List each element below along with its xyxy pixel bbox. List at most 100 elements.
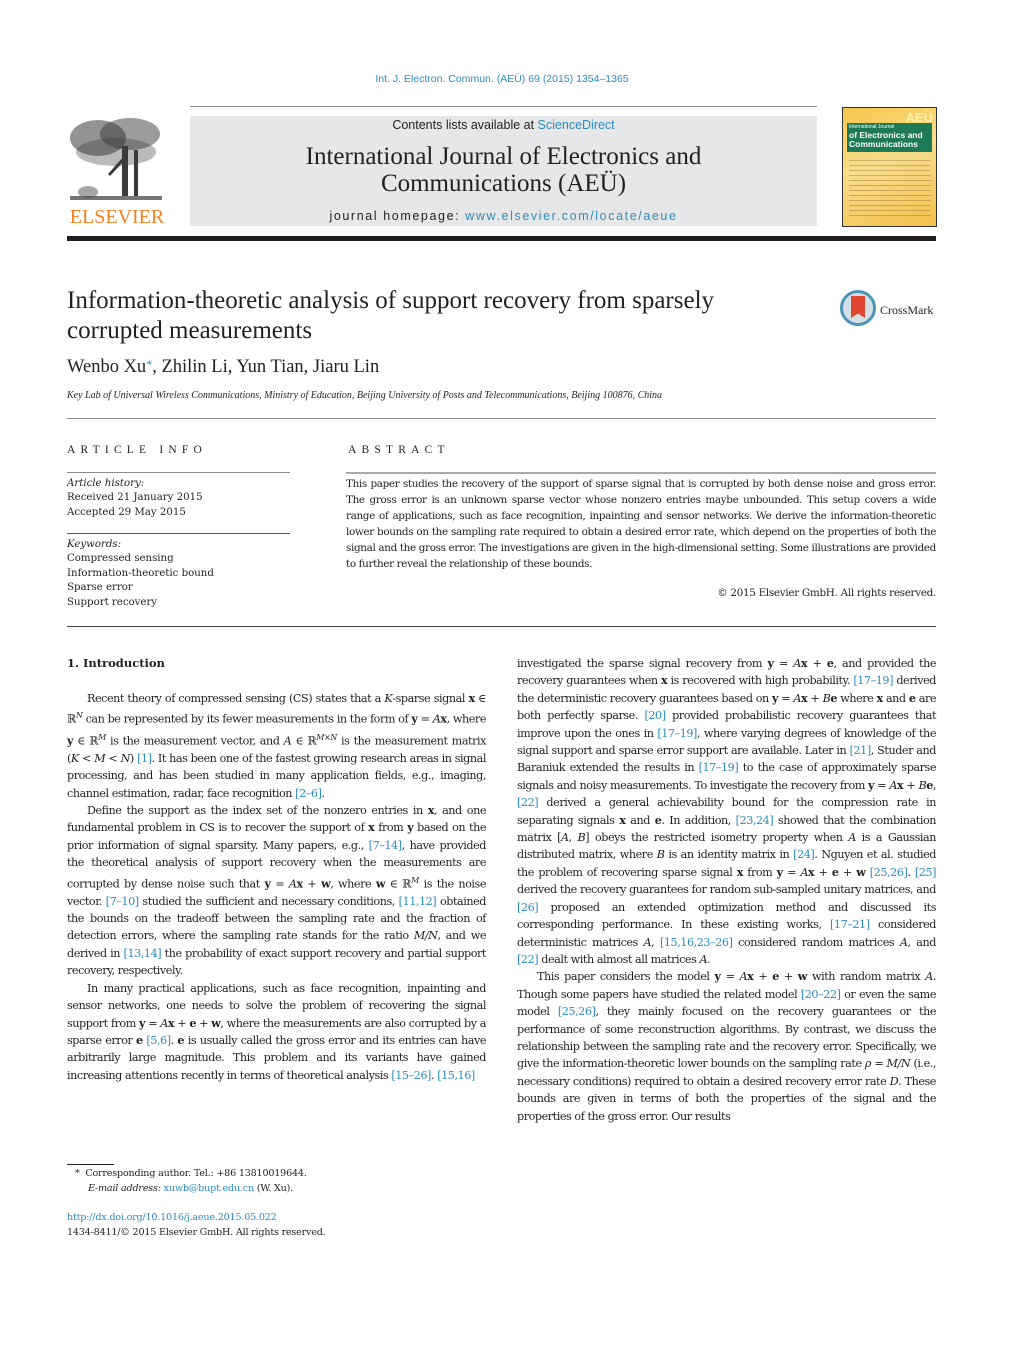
body-paragraph: Define the support as the index set of t… — [67, 802, 486, 980]
text-run: , where — [330, 877, 376, 891]
text-run: < — [105, 751, 121, 765]
text-run: dealt with almost all matrices — [538, 952, 700, 966]
body-paragraph: In many practical applications, such as … — [67, 980, 486, 1084]
citation-link[interactable]: [13,14] — [124, 947, 162, 960]
abstract-heading: ABSTRACT — [348, 444, 450, 456]
math-vector: w — [375, 876, 386, 891]
citation-link[interactable]: [5,6] — [146, 1034, 171, 1047]
abstract-text: This paper studies the recovery of the s… — [346, 478, 936, 570]
text-run: = — [778, 691, 794, 705]
text-run: from — [742, 865, 777, 879]
citation-link[interactable]: [7–10] — [106, 895, 139, 908]
citation-link[interactable]: [15–26] — [391, 1069, 431, 1082]
doi-block: http://dx.doi.org/10.1016/j.aeue.2015.05… — [67, 1211, 487, 1240]
journal-title-line2: Communications (AEÜ) — [380, 170, 627, 197]
citation-link[interactable]: [21] — [850, 744, 872, 757]
math-symbol: N — [120, 751, 131, 765]
text-run: = — [417, 713, 433, 727]
elsevier-wordmark: ELSEVIER — [69, 206, 165, 228]
citation-link[interactable]: [26] — [517, 901, 539, 914]
header-thick-rule — [67, 236, 936, 241]
author-name: Zhilin Li — [161, 357, 228, 377]
citation-link[interactable]: [17–19] — [853, 674, 893, 687]
citation-link[interactable]: [25] — [915, 866, 937, 879]
cover-title-line3: Communications — [849, 139, 918, 149]
text-run: Define the support as the index set of t… — [87, 803, 428, 817]
math-vector: w — [797, 969, 808, 984]
citation-link[interactable]: [24] — [793, 848, 815, 861]
elsevier-logo[interactable]: ELSEVIER — [66, 116, 168, 228]
citation-link[interactable]: [23,24] — [736, 814, 774, 827]
email-link[interactable]: xuwb@bupt.edu.cn — [164, 1183, 255, 1194]
math-superscript: M — [98, 732, 106, 742]
citation-link[interactable]: [25,26] — [870, 866, 908, 879]
citation-link[interactable]: [22] — [517, 796, 539, 809]
body-paragraph: This paper considers the model y = Ax + … — [517, 968, 936, 1125]
citation-link[interactable]: [15,16,23–26] — [660, 936, 733, 949]
citation-link[interactable]: [20–22] — [801, 988, 841, 1001]
citation-link[interactable]: [17–21] — [830, 918, 870, 931]
text-run: + — [753, 970, 773, 984]
author-name: Wenbo Xu — [67, 357, 147, 377]
math-symbol: A — [699, 952, 708, 966]
text-run: This paper considers the model — [537, 970, 715, 984]
text-run: is an identity matrix in — [664, 848, 794, 862]
text-run: = — [773, 657, 794, 670]
title-divider — [67, 418, 936, 419]
citation-link[interactable]: [20] — [644, 709, 666, 722]
accepted-date: Accepted 29 May 2015 — [67, 506, 186, 518]
math-symbol: A — [739, 970, 748, 984]
text-run: and — [625, 813, 655, 827]
keyword: Sparse error — [67, 582, 133, 594]
math-symbol: A — [561, 831, 569, 845]
citation-link[interactable]: [15,16] — [437, 1069, 475, 1082]
citation-link[interactable]: [11,12] — [399, 895, 437, 908]
text-run: considered random matrices — [732, 935, 900, 949]
math-symbol: K — [70, 751, 79, 765]
text-run: ∈ ℝ — [73, 734, 99, 748]
text-run: is the measurement vector, and — [105, 734, 284, 748]
journal-header-box: Contents lists available at ScienceDirec… — [190, 116, 817, 226]
keyword: Compressed sensing — [67, 553, 174, 565]
math-symbol: M/N — [413, 929, 438, 943]
text-run: . — [707, 952, 711, 966]
text-run: , and — [907, 935, 937, 949]
article-info-rule — [67, 472, 290, 473]
citation-link[interactable]: [17–19] — [657, 727, 697, 740]
citation-link[interactable]: [22] — [517, 953, 539, 966]
journal-citation[interactable]: Int. J. Electron. Commun. (AEÜ) 69 (2015… — [0, 73, 1004, 85]
text-run: with random matrix — [806, 970, 926, 984]
citation-link[interactable]: [17–19] — [699, 761, 739, 774]
citation-link[interactable]: [2–6] — [295, 787, 322, 800]
homepage-link[interactable]: www.elsevier.com/locate/aeue — [465, 209, 677, 223]
math-vector: w — [856, 864, 866, 879]
text-run: = — [874, 778, 890, 792]
math-vector: e — [826, 656, 834, 670]
math-vector: e — [189, 1015, 196, 1030]
article-info-heading: ARTICLE INFO — [67, 444, 207, 456]
text-run: + — [814, 865, 832, 879]
journal-cover-thumbnail[interactable]: AEÜ International Journal of Electronics… — [842, 107, 937, 227]
math-symbol: A — [899, 935, 908, 949]
citation-link[interactable]: [25,26] — [558, 1005, 596, 1018]
sciencedirect-link[interactable]: ScienceDirect — [538, 118, 615, 132]
math-symbol: A — [925, 970, 933, 984]
text-run: derived the recovery guarantees for rand… — [517, 883, 936, 897]
math-symbol: A — [160, 1016, 168, 1030]
footnote-rule — [67, 1164, 114, 1165]
math-symbol: A — [889, 778, 897, 792]
citation-link[interactable]: [1] — [137, 752, 152, 765]
citation-link[interactable]: [7–14] — [369, 839, 402, 852]
math-vector: e — [772, 969, 779, 984]
text-run: and — [882, 691, 909, 705]
cover-title-main: of Electronics and Communications — [849, 131, 923, 149]
body-paragraph: Recent theory of compressed sensing (CS)… — [67, 690, 486, 802]
text-run: + — [778, 970, 798, 984]
homepage-line: journal homepage: www.elsevier.com/locat… — [190, 209, 817, 223]
issn-copyright: 1434-8411/© 2015 Elsevier GmbH. All righ… — [67, 1226, 326, 1238]
email-note: E-mail address: xuwb@bupt.edu.cn (W. Xu)… — [67, 1182, 487, 1197]
crossmark-button[interactable]: CrossMark — [840, 290, 940, 330]
text-run: , — [568, 831, 578, 845]
math-symbol: M/N — [886, 1057, 911, 1071]
doi-link[interactable]: http://dx.doi.org/10.1016/j.aeue.2015.05… — [67, 1211, 487, 1226]
